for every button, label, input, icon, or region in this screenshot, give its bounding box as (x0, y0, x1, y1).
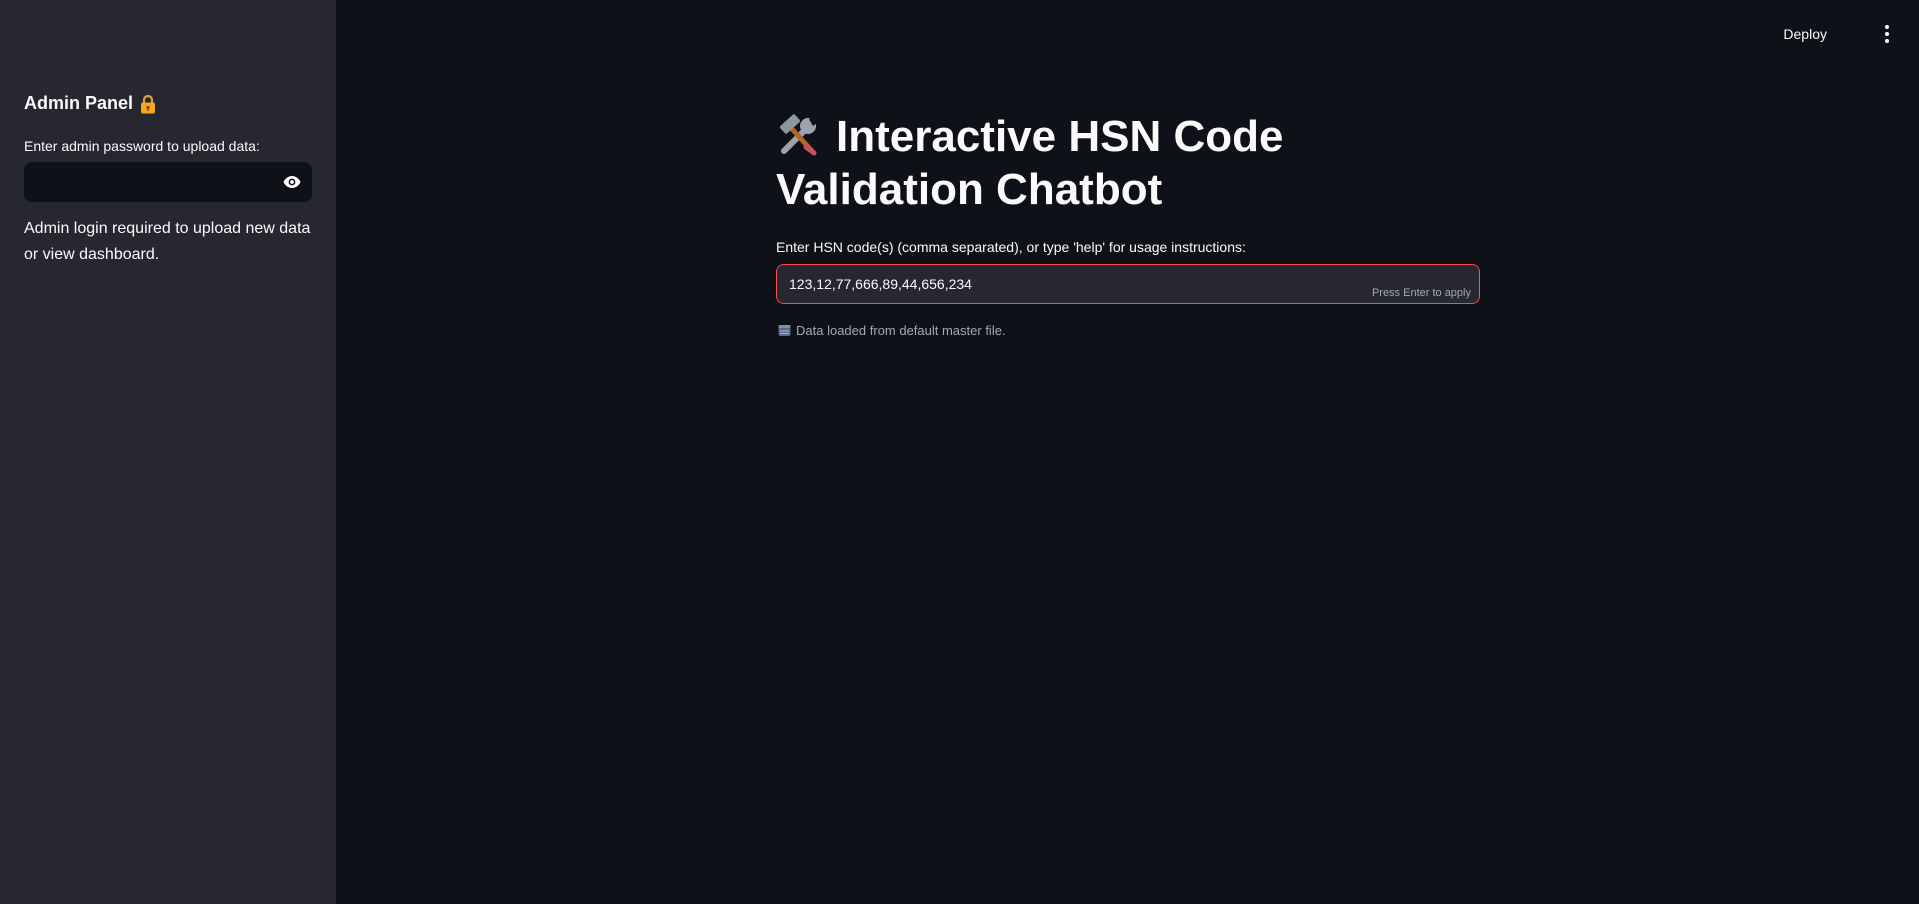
hsn-input-container: Press Enter to apply (776, 264, 1480, 304)
admin-password-input[interactable] (24, 162, 272, 202)
hammer-and-wrench-icon (776, 113, 822, 157)
data-status-message: Data loaded from default master file. (778, 323, 1006, 338)
app-root: Admin Panel Enter admin password to uplo… (0, 0, 1919, 904)
sidebar-title-text: Admin Panel (24, 93, 134, 113)
page-title: Interactive HSN Code Validation Chatbot (776, 110, 1496, 216)
sidebar: Admin Panel Enter admin password to uplo… (0, 0, 336, 904)
vertical-dots-icon (1885, 39, 1889, 43)
sidebar-title: Admin Panel (24, 93, 157, 114)
lock-icon (139, 94, 157, 114)
page-title-text: Interactive HSN Code Validation Chatbot (776, 112, 1284, 214)
eye-icon (283, 176, 301, 188)
password-label: Enter admin password to upload data: (24, 138, 260, 154)
admin-login-note: Admin login required to upload new data … (24, 220, 311, 263)
deploy-button[interactable]: Deploy (1777, 22, 1833, 46)
data-status-text: Data loaded from default master file. (796, 323, 1006, 338)
vertical-dots-icon (1885, 32, 1889, 36)
main-menu-button[interactable] (1875, 22, 1899, 46)
show-password-button[interactable] (272, 162, 312, 202)
password-field-container (24, 162, 312, 202)
hsn-input-label: Enter HSN code(s) (comma separated), or … (776, 239, 1246, 255)
database-icon (778, 324, 791, 337)
vertical-dots-icon (1885, 25, 1889, 29)
press-enter-hint: Press Enter to apply (1371, 287, 1471, 299)
